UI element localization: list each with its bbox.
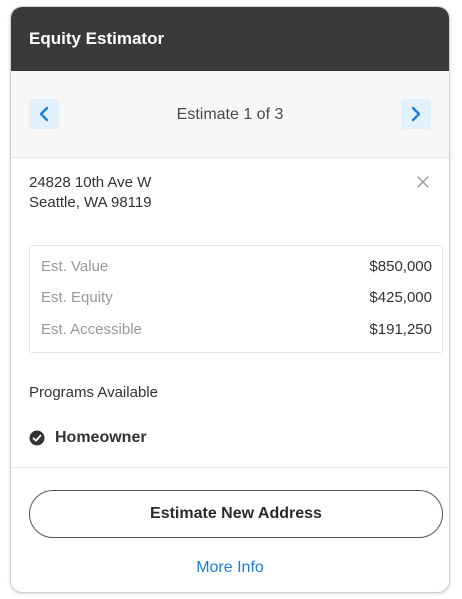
widget-header: Equity Estimator [11, 7, 449, 71]
program-item-homeowner: Homeowner [29, 427, 147, 449]
estimate-row-value: Est. Value $850,000 [41, 256, 432, 278]
estimate-row-accessible: Est. Accessible $191,250 [41, 319, 432, 341]
next-estimate-button[interactable] [401, 99, 431, 129]
programs-heading: Programs Available [29, 384, 158, 401]
estimate-label: Est. Value [41, 258, 109, 275]
estimate-amount: $191,250 [369, 321, 432, 338]
widget-title: Equity Estimator [29, 29, 165, 48]
estimate-new-address-button[interactable]: Estimate New Address [29, 490, 443, 538]
address-line-2: Seattle, WA 98119 [29, 194, 152, 211]
chevron-right-icon [411, 106, 421, 122]
remove-address-button[interactable] [415, 174, 431, 190]
close-icon [417, 176, 429, 188]
equity-estimator-widget: Equity Estimator Estimate 1 of 3 24828 1… [10, 6, 450, 593]
estimate-label: Est. Equity [41, 289, 113, 306]
estimate-navigation: Estimate 1 of 3 [11, 71, 449, 158]
estimate-row-equity: Est. Equity $425,000 [41, 287, 432, 309]
estimates-table: Est. Value $850,000 Est. Equity $425,000… [29, 245, 443, 353]
program-label: Homeowner [55, 429, 147, 446]
check-circle-icon [29, 430, 45, 446]
estimate-label: Est. Accessible [41, 321, 142, 338]
estimate-counter: Estimate 1 of 3 [176, 106, 284, 123]
property-address: 24828 10th Ave W Seattle, WA 98119 [29, 173, 152, 213]
more-info-link[interactable]: More Info [11, 559, 449, 577]
section-divider [11, 467, 449, 468]
address-line-1: 24828 10th Ave W [29, 174, 152, 191]
estimate-amount: $425,000 [369, 289, 432, 306]
estimate-amount: $850,000 [369, 258, 432, 275]
